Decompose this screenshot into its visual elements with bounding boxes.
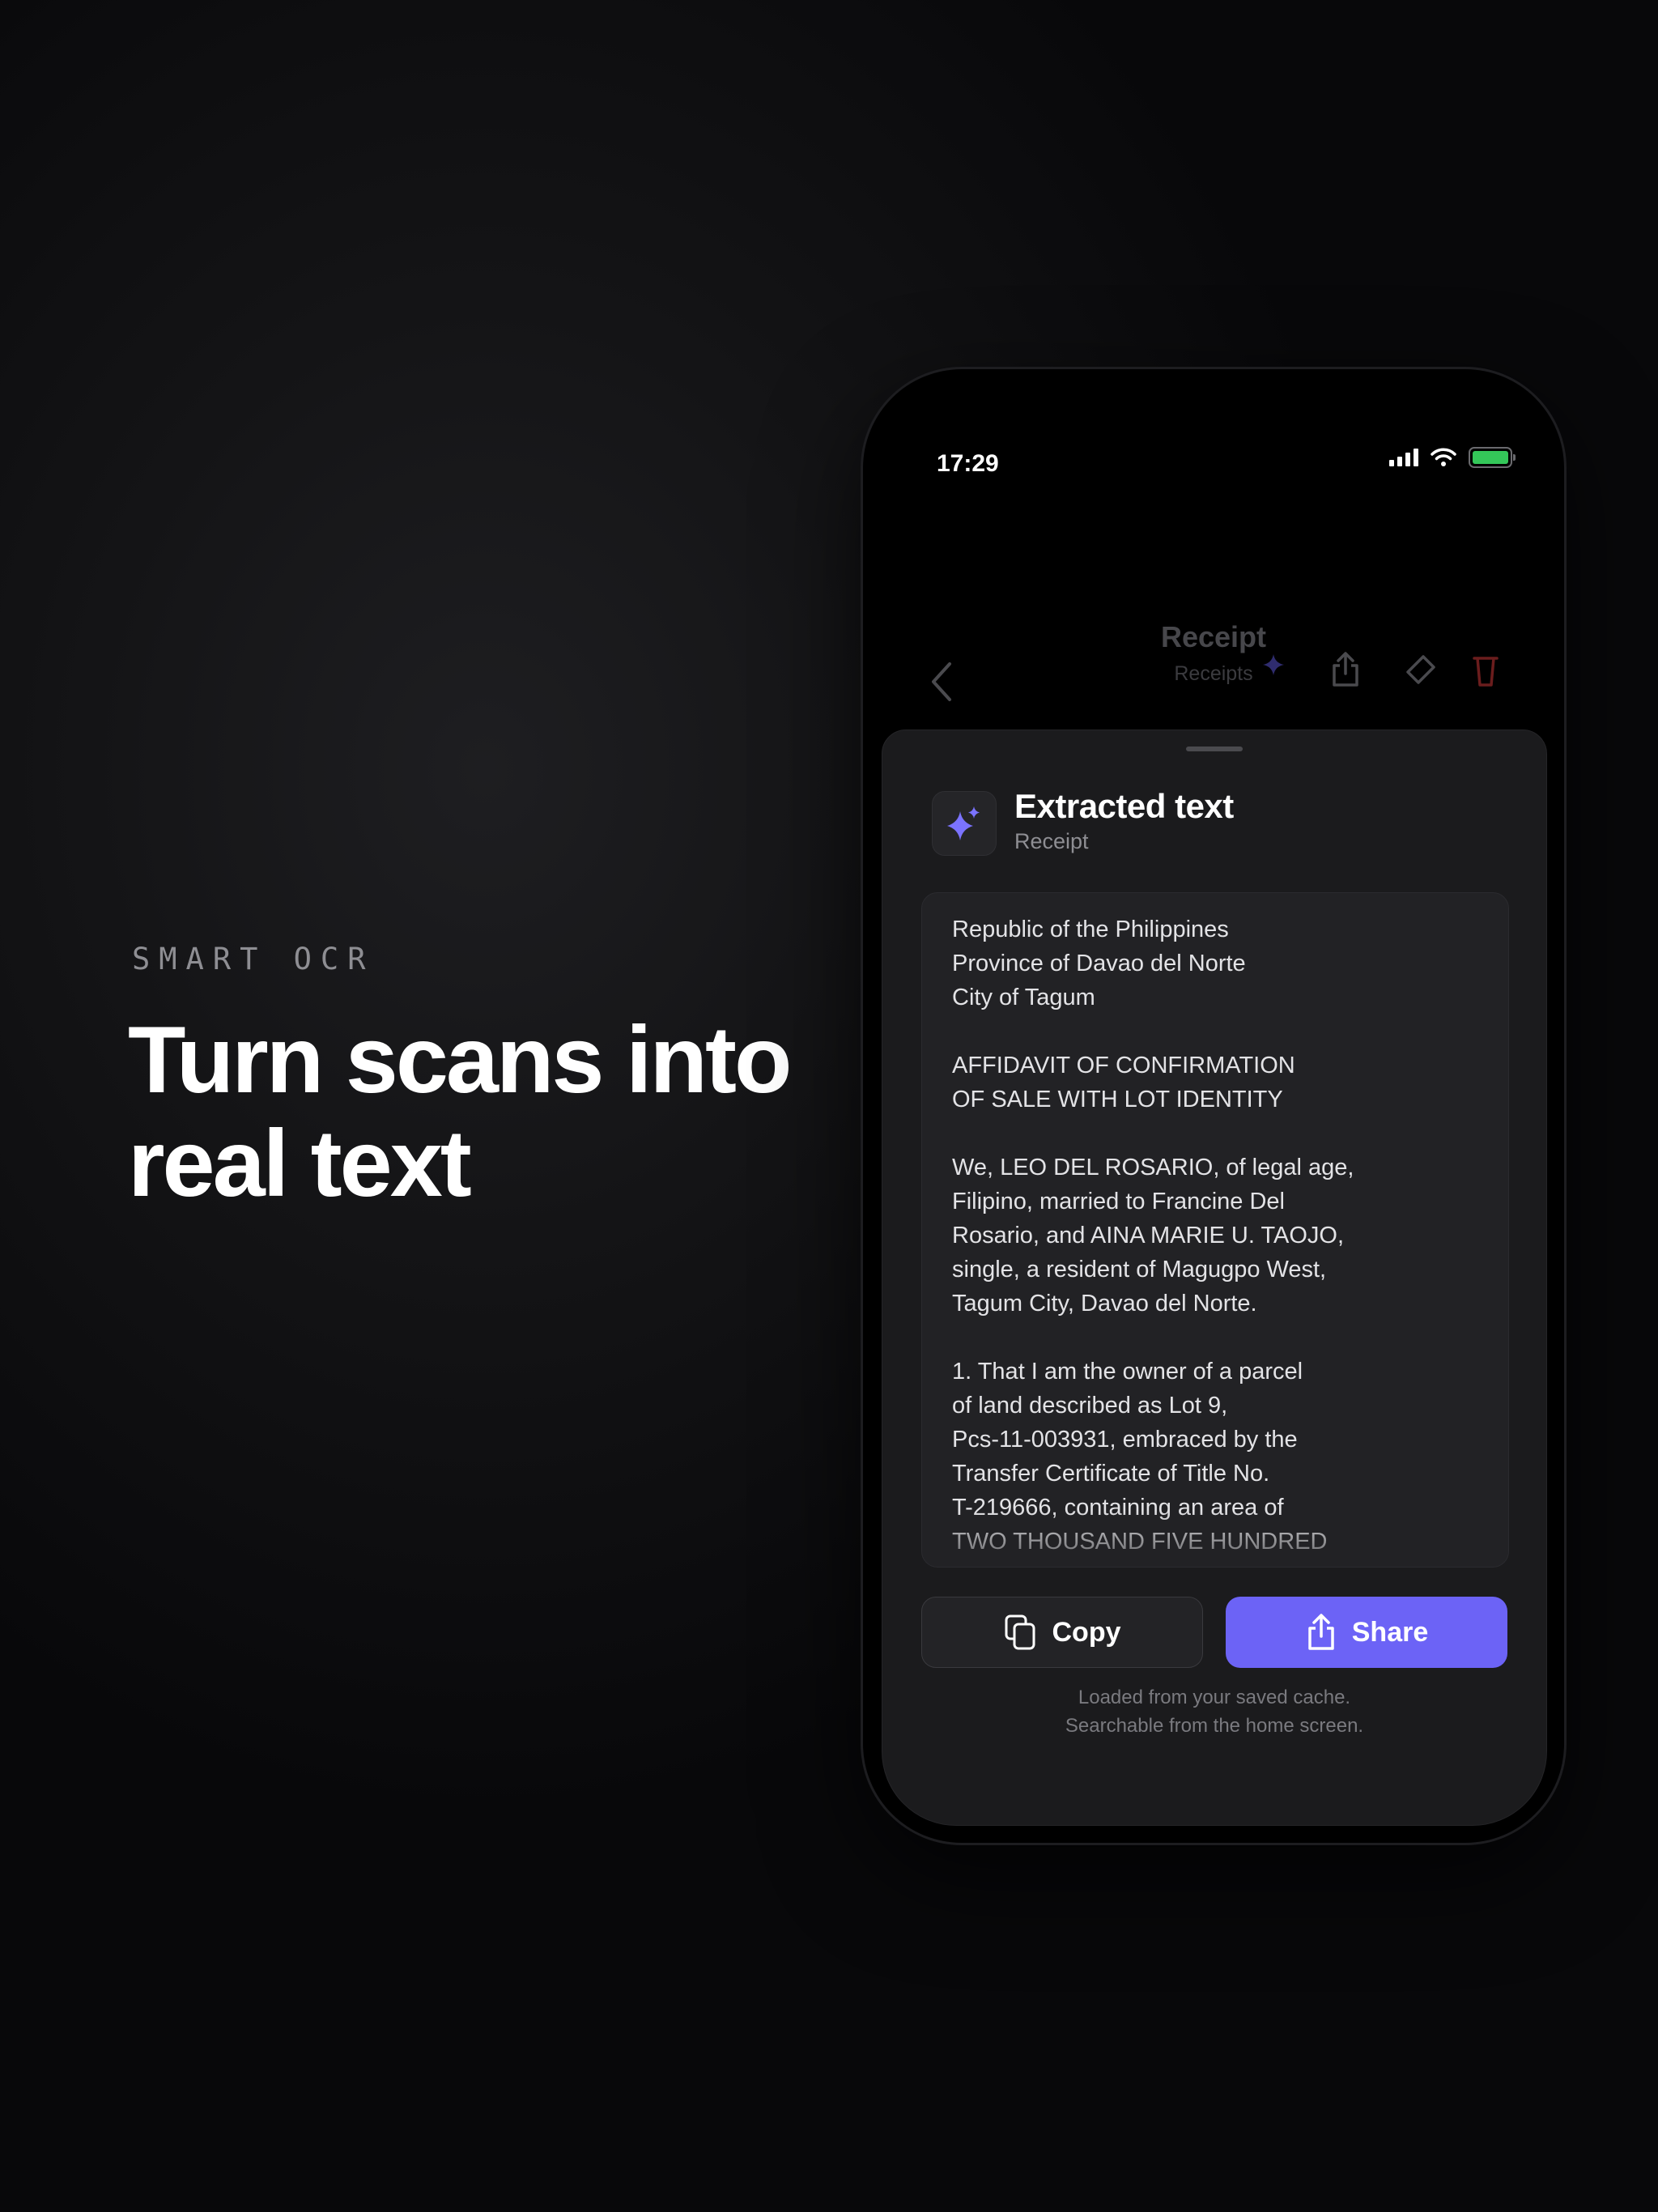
nav-bar: Receipt Receipts (863, 620, 1564, 709)
extracted-text-sheet: Extracted text Receipt Republic of the P… (882, 730, 1547, 1826)
headline: Turn scans into real text (128, 1008, 857, 1215)
cellular-signal-icon (1389, 449, 1418, 466)
wifi-icon (1431, 448, 1456, 466)
sheet-grabber[interactable] (1186, 747, 1243, 751)
text-line: Republic of the Philippines (952, 917, 1229, 942)
sheet-icon-tile (932, 791, 997, 856)
sheet-title: Extracted text (1014, 787, 1234, 825)
text-blank-line (952, 1015, 1492, 1049)
share-button[interactable]: Share (1226, 1597, 1507, 1668)
kicker-label: SMART OCR (132, 942, 375, 976)
status-icons (1389, 447, 1516, 468)
sparkle-icon (1263, 654, 1284, 675)
status-time: 17:29 (937, 450, 999, 477)
share-button-label: Share (1351, 1616, 1429, 1648)
footnote: Loaded from your saved cache. Searchable… (882, 1683, 1546, 1740)
share-icon (1308, 1614, 1334, 1650)
extracted-text-lines: Republic of the Philippines Province of D… (952, 912, 1492, 1559)
copy-button-label: Copy (1052, 1616, 1121, 1648)
phone-frame: 17:29 Receipt Receipts Extracted text Re… (863, 369, 1564, 1843)
footnote-line-1: Loaded from your saved cache. (1078, 1687, 1351, 1708)
headline-line-1: Turn scans into (128, 1006, 792, 1112)
nav-subtitle: Receipts (1174, 662, 1253, 685)
text-line: Tagum City, Davao del Norte. (952, 1291, 1257, 1317)
text-line: single, a resident of Magugpo West, (952, 1257, 1327, 1283)
text-line: of land described as Lot 9, (952, 1393, 1228, 1419)
text-line: Filipino, married to Francine Del (952, 1189, 1285, 1214)
text-fade-overlay (922, 1510, 1508, 1567)
text-line: Rosario, and AINA MARIE U. TAOJO, (952, 1223, 1345, 1249)
trash-icon[interactable] (1472, 654, 1499, 688)
copy-button[interactable]: Copy (921, 1597, 1203, 1668)
text-blank-line (952, 1321, 1492, 1355)
text-line: Province of Davao del Norte (952, 951, 1246, 976)
sheet-subtitle: Receipt (1014, 829, 1089, 853)
text-line: OF SALE WITH LOT IDENTITY (952, 1087, 1283, 1112)
battery-icon (1469, 447, 1516, 468)
text-line: City of Tagum (952, 985, 1095, 1010)
nav-title: Receipt (1160, 620, 1267, 653)
text-line: Transfer Certificate of Title No. (952, 1461, 1270, 1487)
headline-line-2: real text (128, 1110, 472, 1216)
text-line: Pcs-11-003931, embraced by the (952, 1427, 1298, 1453)
tag-icon[interactable] (1404, 653, 1438, 687)
copy-icon (1005, 1614, 1035, 1650)
footnote-line-2: Searchable from the home screen. (1065, 1715, 1364, 1737)
extracted-text-box[interactable]: Republic of the Philippines Province of D… (921, 892, 1509, 1568)
text-line: AFFIDAVIT OF CONFIRMATION (952, 1053, 1295, 1078)
text-blank-line (952, 1117, 1492, 1151)
share-icon[interactable] (1329, 651, 1362, 688)
sparkle-icon (947, 806, 980, 840)
text-line: We, LEO DEL ROSARIO, of legal age, (952, 1155, 1354, 1180)
text-line: 1. That I am the owner of a parcel (952, 1359, 1303, 1385)
